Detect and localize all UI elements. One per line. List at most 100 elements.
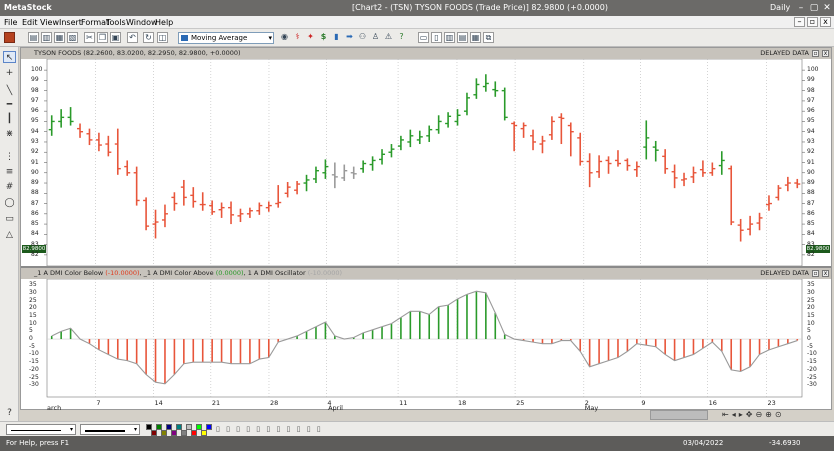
line-weight-select[interactable]: ▾ <box>80 424 140 435</box>
indicator-panel-close-icon[interactable]: x <box>822 270 829 277</box>
explorer-icon[interactable]: ◉ <box>279 32 290 43</box>
price-tick-label: 88 <box>807 189 815 197</box>
scroll-end-icon[interactable]: ▸ <box>739 410 746 419</box>
oscillator-tick-label: 5 <box>29 327 33 335</box>
oscillator-tick-label: 30 <box>29 288 37 296</box>
date-tick-label: arch <box>47 404 62 412</box>
horizontal-scrollbar[interactable] <box>650 410 708 420</box>
layout-1-icon[interactable]: ▭ <box>418 32 429 43</box>
save-icon[interactable]: ▦ <box>54 32 65 43</box>
panel-restore-icon[interactable]: ▫ <box>812 50 819 57</box>
fan-tool-icon[interactable]: ⋇ <box>3 128 16 140</box>
help-query-icon[interactable]: ? <box>396 32 407 43</box>
indicator-dropdown-value: Moving Average <box>191 34 248 42</box>
arrow-right-icon[interactable]: ➡ <box>344 32 355 43</box>
pointer-tool-icon[interactable]: ↖ <box>3 51 16 63</box>
menu-format[interactable]: Format <box>81 18 109 27</box>
chart-window[interactable]: TYSON FOODS (82.2600, 83.0200, 82.2950, … <box>20 47 832 412</box>
menu-file[interactable]: File <box>4 18 17 27</box>
triangle-tool-icon[interactable]: △ <box>3 229 16 241</box>
oscillator-tick-label: 25 <box>29 296 37 304</box>
ellipse-tool-icon[interactable]: ◯ <box>3 197 16 209</box>
vertical-line-tool-icon[interactable]: ┃ <box>3 113 16 125</box>
horizontal-line-tool-icon[interactable]: ━ <box>3 99 16 111</box>
alert-icon[interactable]: ⚠ <box>383 32 394 43</box>
tile-grid-icon[interactable]: ▦ <box>470 32 481 43</box>
tile-horizontal-icon[interactable]: ▤ <box>457 32 468 43</box>
rectangle-tool-icon[interactable]: ▭ <box>3 213 16 225</box>
price-tick-label: 96 <box>31 107 39 115</box>
periodicity-label: Daily <box>770 3 791 12</box>
oscillator-tick-label: 15 <box>29 311 37 319</box>
app-title: MetaStock <box>4 3 52 12</box>
print-icon[interactable]: ▧ <box>67 32 78 43</box>
scroll-start-icon[interactable]: ◂ <box>732 410 739 419</box>
scroll-left-icon[interactable]: ⇤ <box>722 410 732 419</box>
refresh-icon[interactable]: ↻ <box>143 32 154 43</box>
indicator-delayed-data-label: DELAYED DATA <box>760 269 809 277</box>
price-tick-label: 89 <box>807 179 815 187</box>
panel-divider[interactable] <box>21 266 831 268</box>
oscillator-tick-label: 10 <box>29 319 37 327</box>
indicator-panel-restore-icon[interactable]: ▫ <box>812 270 819 277</box>
price-tick-label: 93 <box>31 137 39 145</box>
menu-edit[interactable]: Edit <box>22 18 38 27</box>
oscillator-tick-label: 20 <box>807 304 815 312</box>
zoom-move-icon[interactable]: ✥ <box>746 410 756 419</box>
zoom-fit-icon[interactable]: ⊙ <box>775 410 785 419</box>
crosshair-tool-icon[interactable]: + <box>3 67 16 79</box>
cut-icon[interactable]: ✂ <box>84 32 95 43</box>
help-pointer-icon[interactable]: ? <box>3 407 16 419</box>
paste-icon[interactable]: ▣ <box>110 32 121 43</box>
child-restore-icon[interactable]: ▫ <box>807 17 818 27</box>
metastock-logo-icon[interactable] <box>4 32 15 43</box>
menu-view[interactable]: View <box>40 18 59 27</box>
close-icon[interactable]: ✕ <box>822 3 832 13</box>
line-style-select[interactable]: ▾ <box>6 424 76 435</box>
maximize-icon[interactable]: ▢ <box>809 3 819 13</box>
color-swatch[interactable] <box>206 424 212 430</box>
menu-window[interactable]: Window <box>126 18 158 27</box>
menu-insert[interactable]: Insert <box>59 18 82 27</box>
menu-tools[interactable]: Tools <box>106 18 126 27</box>
minimize-icon[interactable]: – <box>796 3 806 13</box>
new-chart-icon[interactable]: ▤ <box>28 32 39 43</box>
grid-tool-icon[interactable]: # <box>3 181 16 193</box>
price-tick-label: 92 <box>31 148 39 156</box>
indicator-panel-header: _1 A DMI Color Below (-10.0000), _1 A DM… <box>21 268 831 279</box>
zoom-out-icon[interactable]: ⊖ <box>755 410 765 419</box>
cascade-icon[interactable]: ⧉ <box>483 32 494 43</box>
menu-help[interactable]: Help <box>155 18 173 27</box>
oscillator-line <box>51 290 798 385</box>
price-tick-label: 93 <box>807 137 815 145</box>
oscillator-tick-label: -10 <box>807 350 817 358</box>
price-tick-label: 89 <box>31 179 39 187</box>
expert-icon[interactable]: ⚕ <box>292 32 303 43</box>
panel-close-icon[interactable]: x <box>822 50 829 57</box>
open-icon[interactable]: ▥ <box>41 32 52 43</box>
chart-canvas[interactable] <box>21 48 831 409</box>
cycle-lines-tool-icon[interactable]: ⋮ <box>3 151 16 163</box>
child-minimize-icon[interactable]: – <box>794 17 805 27</box>
tile-vertical-icon[interactable]: ▥ <box>444 32 455 43</box>
price-tick-label: 90 <box>31 168 39 176</box>
price-tick-label: 96 <box>807 107 815 115</box>
fibonacci-tool-icon[interactable]: ≡ <box>3 166 16 178</box>
indicator-builder-icon[interactable]: ◫ <box>157 32 168 43</box>
undo-icon[interactable]: ↶ <box>127 32 138 43</box>
chart-style-icons[interactable]: ▯ ▯ ▯ ▯ ▯ ▯ ▯ ▯ ▯ ▯ ▯ <box>216 425 323 433</box>
inspector-icon[interactable]: ⚇ <box>357 32 368 43</box>
book-icon[interactable]: ▮ <box>331 32 342 43</box>
person-icon[interactable]: ♙ <box>370 32 381 43</box>
dollar-icon[interactable]: $ <box>318 32 329 43</box>
child-close-icon[interactable]: x <box>820 17 831 27</box>
layout-2-icon[interactable]: ▯ <box>431 32 442 43</box>
status-date: 03/04/2022 <box>683 439 724 447</box>
indicator-dropdown[interactable]: Moving Average ▾ <box>178 32 274 44</box>
system-tester-icon[interactable]: ✦ <box>305 32 316 43</box>
date-tick-label: May <box>584 404 599 412</box>
copy-icon[interactable]: ❐ <box>97 32 108 43</box>
trendline-tool-icon[interactable]: ╲ <box>3 85 16 97</box>
price-tick-label: 90 <box>807 168 815 176</box>
zoom-in-icon[interactable]: ⊕ <box>765 410 775 419</box>
